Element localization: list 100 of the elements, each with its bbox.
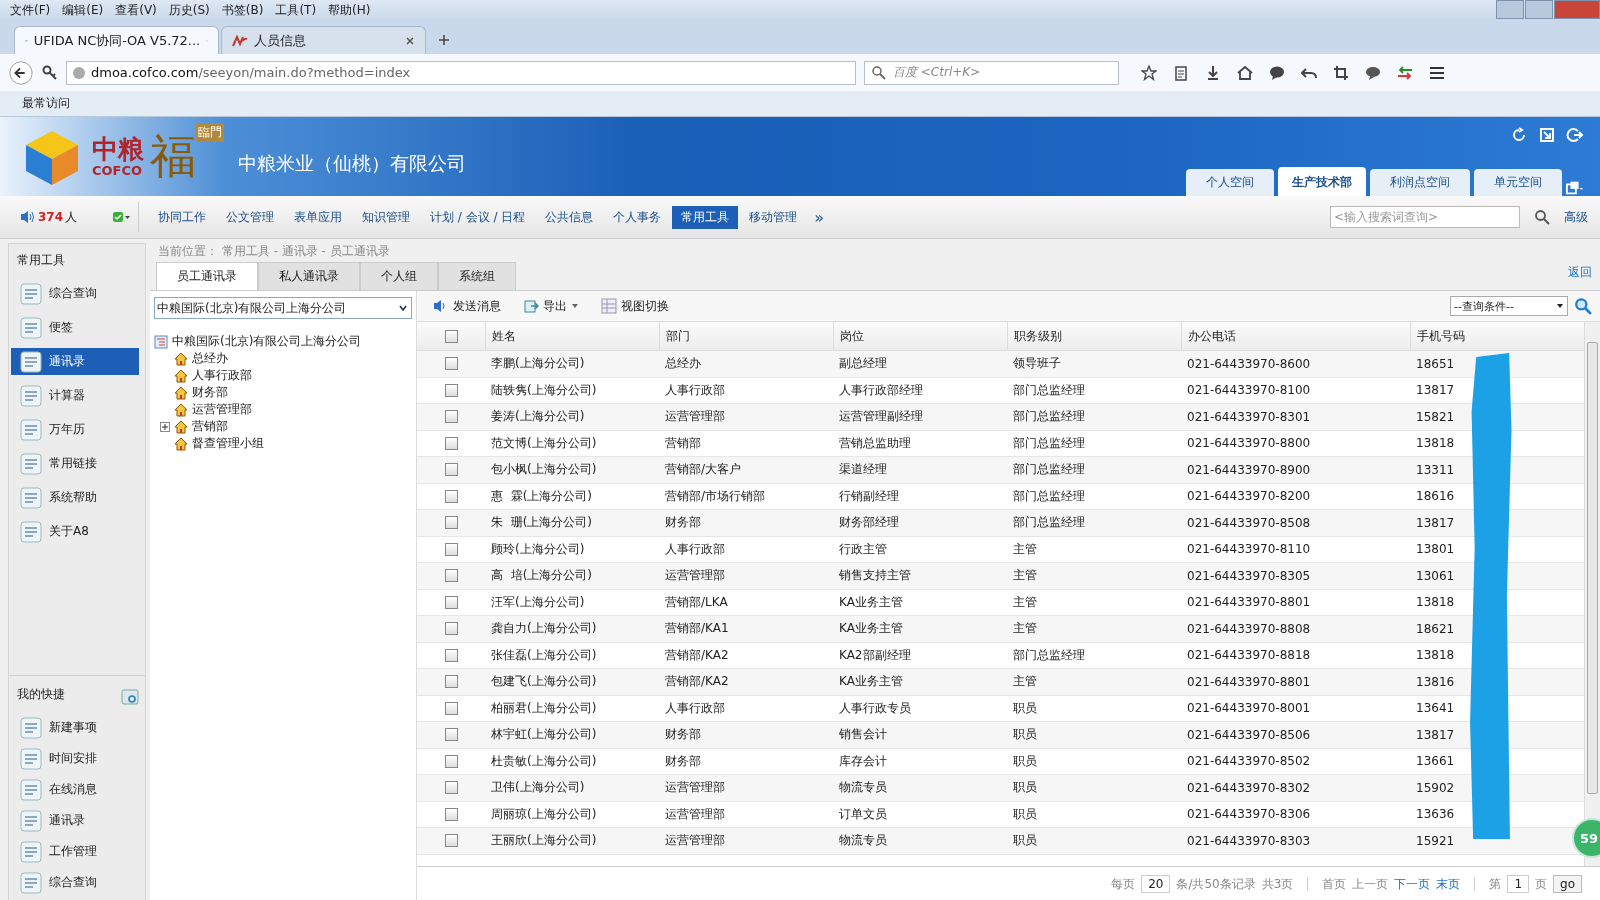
advanced-link[interactable]: 高级 <box>1564 208 1588 226</box>
sidebar-item[interactable]: 常用链接 <box>11 450 139 477</box>
search-icon[interactable] <box>1574 297 1592 315</box>
org-select[interactable]: 中粮国际(北京)有限公司上海分公司 <box>154 297 412 319</box>
checkbox[interactable] <box>444 516 458 530</box>
checkbox[interactable] <box>444 569 458 583</box>
bookmark-link[interactable]: 最常访问 <box>22 95 70 112</box>
space-tab[interactable]: 单元空间 <box>1474 169 1562 196</box>
shortcut-item[interactable]: 在线消息 <box>11 776 139 803</box>
column-header[interactable]: 办公电话 <box>1181 322 1410 350</box>
checkbox[interactable] <box>444 329 458 343</box>
status-dropdown-icon[interactable] <box>112 211 132 223</box>
menu-item[interactable]: 帮助(H) <box>322 1 377 19</box>
minimize-button[interactable] <box>1496 0 1524 19</box>
query-select[interactable]: --查询条件-- <box>1450 296 1568 316</box>
checkbox[interactable] <box>444 595 458 609</box>
last-page-link[interactable]: 末页 <box>1436 875 1461 893</box>
menu-icon[interactable] <box>1429 64 1445 81</box>
space-tab[interactable]: 生产技术部 <box>1278 167 1366 196</box>
nav-item[interactable]: 计划 / 会议 / 日程 <box>421 205 535 229</box>
page-field[interactable]: 1 <box>1507 875 1530 893</box>
tree-item[interactable]: 中粮国际(北京)有限公司上海分公司 <box>172 333 362 350</box>
tree-item[interactable]: 人事行政部 <box>192 367 252 384</box>
nav-item[interactable]: 公共信息 <box>536 205 603 229</box>
sidebar-item[interactable]: 便签 <box>11 314 139 341</box>
download-icon[interactable] <box>1205 64 1221 81</box>
go-button[interactable]: go <box>1553 875 1582 893</box>
tab[interactable]: 员工通讯录 <box>156 262 258 290</box>
tab[interactable]: 私人通讯录 <box>258 262 360 290</box>
browser-tab[interactable]: UFIDA NC协同-OA V5.72... <box>14 26 219 54</box>
tree-item[interactable]: 财务部 <box>192 384 228 401</box>
view-switch-button[interactable]: 视图切换 <box>593 295 677 317</box>
browser-search-field[interactable]: 百度 <Ctrl+K> <box>864 60 1119 85</box>
menu-item[interactable]: 查看(V) <box>109 1 163 19</box>
column-header[interactable]: 岗位 <box>833 322 1007 350</box>
back-link[interactable]: 返回 <box>1568 264 1592 281</box>
space-tab[interactable]: 个人空间 <box>1186 169 1274 196</box>
nav-item[interactable]: 协同工作 <box>149 205 215 229</box>
tab[interactable]: 系统组 <box>438 262 516 290</box>
checkbox[interactable] <box>444 675 458 689</box>
star-icon[interactable] <box>1141 64 1157 81</box>
back-icon[interactable] <box>8 59 34 86</box>
tree-item[interactable]: 营销部 <box>192 418 228 435</box>
shortcut-item[interactable]: 综合查询 <box>11 869 139 896</box>
refresh-icon[interactable] <box>1510 127 1528 143</box>
new-tab-icon[interactable] <box>438 34 450 46</box>
checkbox[interactable] <box>444 728 458 742</box>
windows-dropdown-icon[interactable] <box>1566 180 1584 196</box>
menu-item[interactable]: 文件(F) <box>4 1 57 19</box>
nav-item[interactable]: 公文管理 <box>217 205 283 229</box>
per-page-field[interactable]: 20 <box>1141 875 1171 893</box>
first-page-link[interactable]: 首页 <box>1322 875 1347 893</box>
column-header[interactable]: 职务级别 <box>1007 322 1181 350</box>
crop-icon[interactable] <box>1333 64 1349 81</box>
clipboard-icon[interactable] <box>1173 64 1189 81</box>
exit-icon[interactable] <box>1538 127 1556 143</box>
nav-item[interactable]: 个人事务 <box>604 205 671 229</box>
checkbox[interactable] <box>444 357 458 371</box>
expand-icon[interactable] <box>160 421 170 432</box>
prev-page-link[interactable]: 上一页 <box>1352 875 1389 893</box>
checkbox[interactable] <box>444 410 458 424</box>
speech-bubble-icon[interactable] <box>1365 64 1381 81</box>
chat-icon[interactable] <box>1269 64 1285 81</box>
nav-item[interactable]: 表单应用 <box>285 205 351 229</box>
checkbox[interactable] <box>444 463 458 477</box>
column-header[interactable]: 姓名 <box>485 322 659 350</box>
sidebar-item[interactable]: 通讯录 <box>11 348 139 375</box>
checkbox[interactable] <box>444 807 458 821</box>
checkbox[interactable] <box>444 754 458 768</box>
browser-tab[interactable]: 人员信息 <box>221 26 426 54</box>
tree-item[interactable]: 总经办 <box>192 350 228 367</box>
tree-item[interactable]: 运营管理部 <box>192 401 252 418</box>
arrows-icon[interactable] <box>1397 64 1413 81</box>
menu-item[interactable]: 历史(S) <box>162 1 216 19</box>
home-icon[interactable] <box>1237 64 1253 81</box>
restore-button[interactable] <box>1525 0 1553 19</box>
shortcut-item[interactable]: 通讯录 <box>11 807 139 834</box>
column-header[interactable]: 部门 <box>659 322 833 350</box>
checkbox[interactable] <box>444 701 458 715</box>
menu-item[interactable]: 编辑(E) <box>56 1 110 19</box>
menu-item[interactable]: 工具(T) <box>269 1 323 19</box>
settings-icon[interactable] <box>121 687 139 706</box>
key-icon[interactable] <box>42 64 58 81</box>
shortcut-item[interactable]: 新建事项 <box>11 714 139 741</box>
address-field[interactable]: dmoa.cofco.com/seeyon/main.do?method=index <box>66 60 856 85</box>
space-tab[interactable]: 利润点空间 <box>1370 169 1470 196</box>
shortcut-item[interactable]: 工作管理 <box>11 838 139 865</box>
online-count[interactable]: 374 <box>38 210 64 224</box>
checkbox[interactable] <box>444 489 458 503</box>
nav-item[interactable]: 知识管理 <box>353 205 419 229</box>
checkbox[interactable] <box>444 436 458 450</box>
more-button[interactable]: » <box>814 207 825 227</box>
sidebar-item[interactable]: 综合查询 <box>11 280 139 307</box>
shortcut-item[interactable]: 时间安排 <box>11 745 139 772</box>
search-icon[interactable] <box>1534 209 1550 225</box>
checkbox[interactable] <box>444 648 458 662</box>
tab[interactable]: 个人组 <box>360 262 438 290</box>
sidebar-item[interactable]: 计算器 <box>11 382 139 409</box>
checkbox[interactable] <box>444 834 458 848</box>
sidebar-item[interactable]: 系统帮助 <box>11 484 139 511</box>
